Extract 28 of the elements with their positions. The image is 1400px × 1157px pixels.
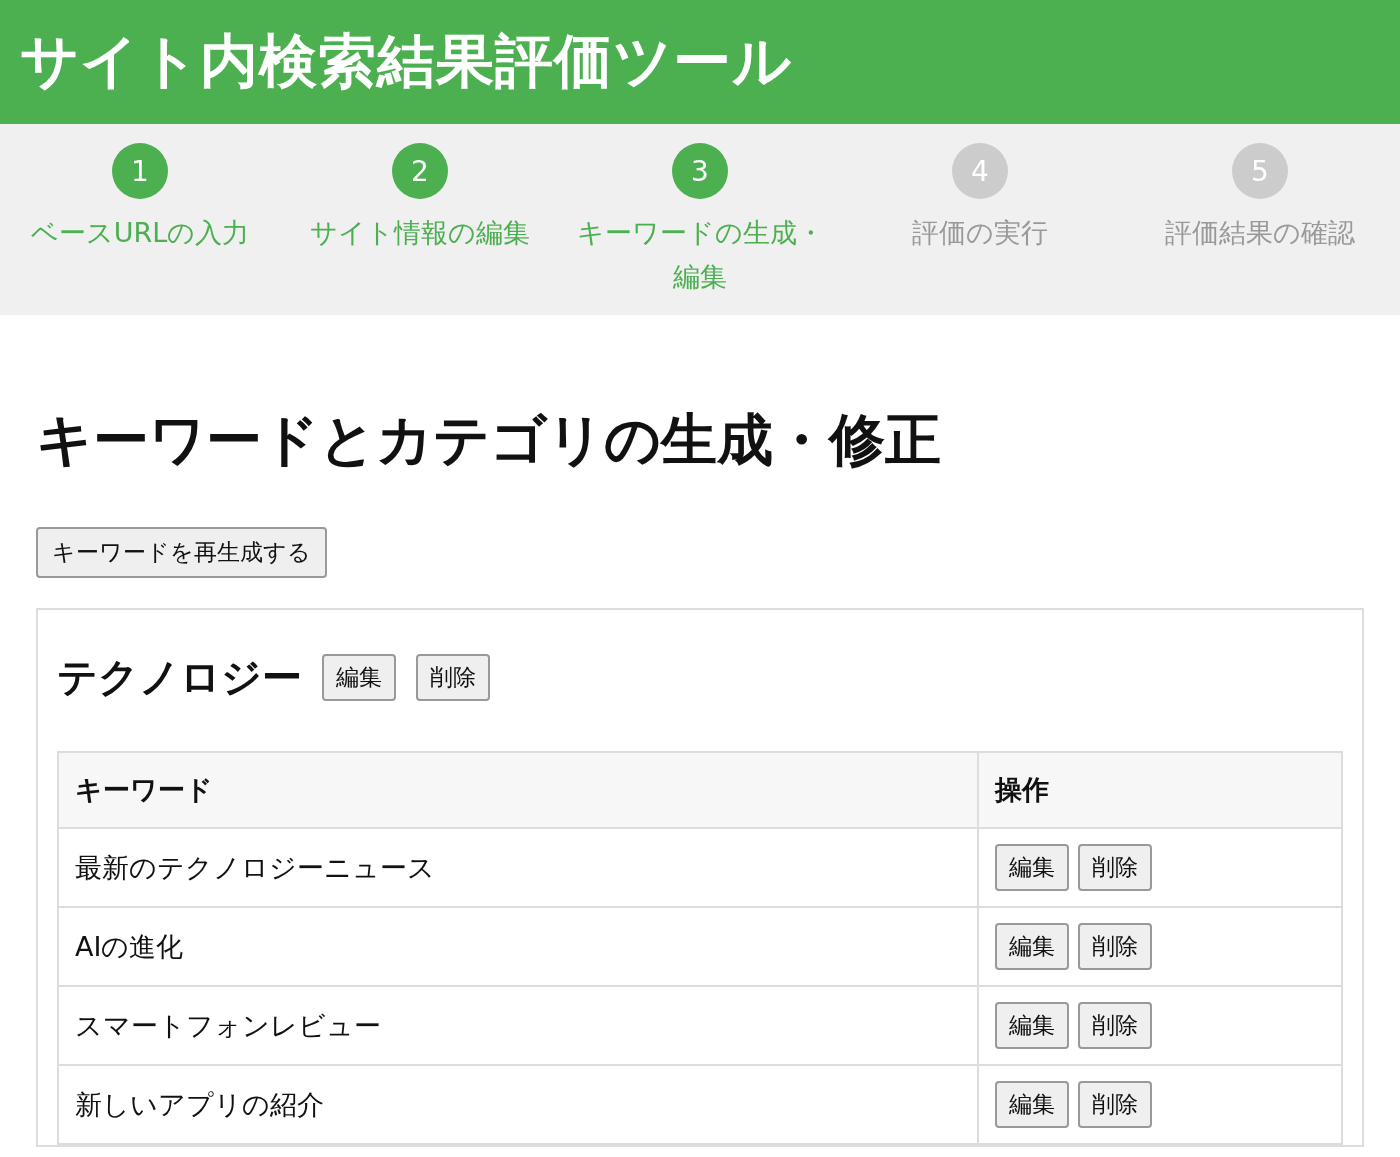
edit-button[interactable]: 編集: [995, 1081, 1069, 1128]
step-label: ベースURLの入力: [29, 216, 251, 250]
step-number: 1: [112, 143, 168, 199]
edit-button[interactable]: 編集: [995, 923, 1069, 970]
keyword-cell: AIの進化: [58, 907, 978, 986]
delete-button[interactable]: 削除: [416, 654, 490, 701]
step-label: サイト情報の編集: [309, 216, 531, 250]
delete-button[interactable]: 削除: [1078, 1081, 1152, 1128]
edit-button[interactable]: 編集: [322, 654, 396, 701]
app-title: サイト内検索結果評価ツール: [20, 26, 792, 97]
keyword-cell: スマートフォンレビュー: [58, 986, 978, 1065]
column-header: 操作: [978, 752, 1342, 828]
keyword-cell: 新しいアプリの紹介: [58, 1065, 978, 1144]
step-number: 2: [392, 143, 448, 199]
edit-button[interactable]: 編集: [995, 1002, 1069, 1049]
keyword-cell: 最新のテクノロジーニュース: [58, 828, 978, 907]
edit-button[interactable]: 編集: [995, 844, 1069, 891]
step-label: 評価の実行: [911, 216, 1049, 250]
column-header: キーワード: [58, 752, 978, 828]
regenerate-button[interactable]: キーワードを再生成する: [36, 527, 327, 578]
category-title: テクノロジー: [57, 653, 302, 702]
delete-button[interactable]: 削除: [1078, 1002, 1152, 1049]
delete-button[interactable]: 削除: [1078, 923, 1152, 970]
page-title: キーワードとカテゴリの生成・修正: [36, 406, 942, 474]
step-label: 評価結果の確認: [1164, 216, 1356, 250]
step-label: キーワードの生成・編集: [575, 216, 825, 294]
delete-button[interactable]: 削除: [1078, 844, 1152, 891]
step-number: 3: [672, 143, 728, 199]
